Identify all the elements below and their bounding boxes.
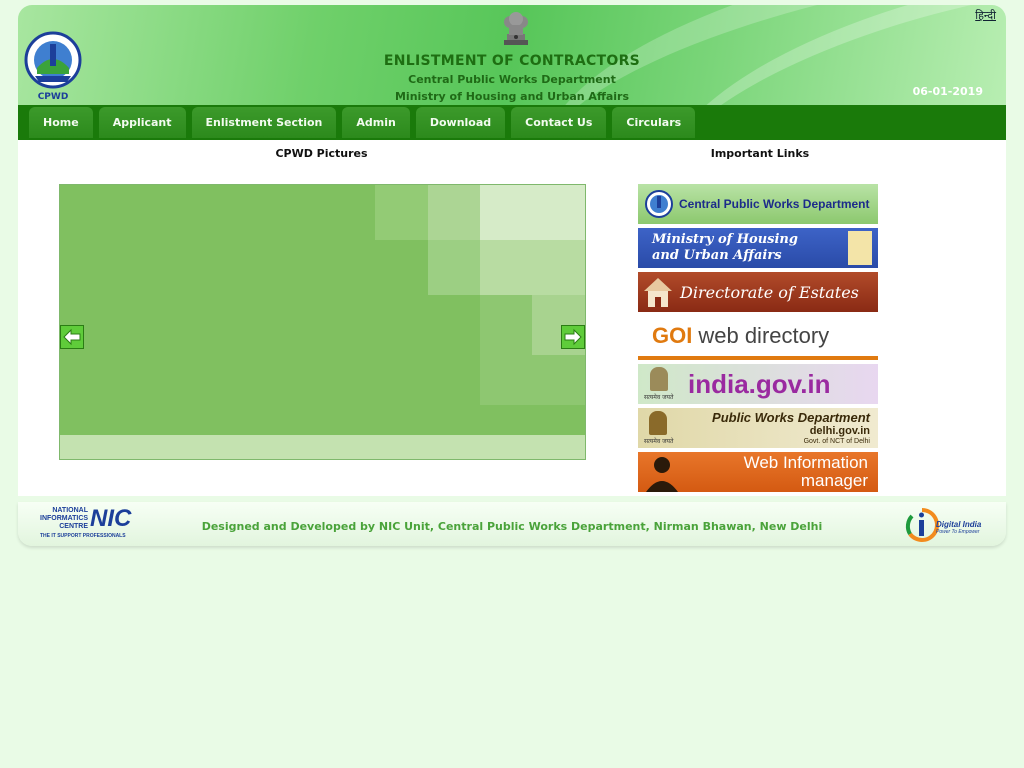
emblem-icon: सत्यमेव जयते bbox=[644, 365, 674, 403]
previous-picture-button[interactable] bbox=[60, 325, 84, 349]
arrow-right-icon bbox=[564, 328, 582, 346]
department-name: Central Public Works Department bbox=[408, 73, 616, 86]
nav-applicant[interactable]: Applicant bbox=[98, 107, 186, 138]
digital-india-logo[interactable]: Digital India Power To Empower bbox=[904, 504, 984, 546]
page-wrapper: CPWD हिन्दी ENLISTMENT OF CONTRACTORS Ce… bbox=[18, 5, 1006, 546]
nav-home[interactable]: Home bbox=[29, 107, 93, 138]
nic-line1: NATIONAL bbox=[52, 507, 88, 514]
footer-credit: Designed and Developed by NIC Unit, Cent… bbox=[201, 520, 823, 533]
pwd-tagline: सत्यमेव जयते bbox=[644, 438, 674, 445]
cpwd-logo-icon bbox=[645, 190, 673, 218]
next-picture-button[interactable] bbox=[561, 325, 585, 349]
link-pwd-delhi[interactable]: सत्यमेव जयते Public Works Department del… bbox=[638, 408, 878, 448]
wim-line2: manager bbox=[800, 471, 868, 490]
pwd-line2: delhi.gov.in bbox=[809, 424, 870, 437]
link-mohua-line2: and Urban Affairs bbox=[652, 248, 782, 263]
web-directory-text: web directory bbox=[698, 323, 830, 348]
national-emblem-icon bbox=[501, 8, 531, 50]
links-heading: Important Links bbox=[710, 147, 810, 160]
link-mohua[interactable]: Ministry of Housing and Urban Affairs bbox=[638, 228, 878, 268]
nic-tagline: THE IT SUPPORT PROFESSIONALS bbox=[40, 533, 126, 539]
page-title: ENLISTMENT OF CONTRACTORS bbox=[383, 53, 641, 69]
nav-admin[interactable]: Admin bbox=[342, 107, 410, 138]
nav-circulars[interactable]: Circulars bbox=[612, 107, 696, 138]
picture-slideshow[interactable] bbox=[59, 184, 586, 460]
link-web-information-manager[interactable]: Web Information manager bbox=[638, 452, 878, 492]
link-cpwd[interactable]: Central Public Works Department bbox=[638, 184, 878, 224]
digital-india-tagline: Power To Empower bbox=[936, 529, 980, 535]
person-icon bbox=[646, 457, 678, 492]
nav-contact-us[interactable]: Contact Us bbox=[511, 107, 607, 138]
link-estates-label: Directorate of Estates bbox=[680, 282, 859, 302]
india-tagline: सत्यमेव जयते bbox=[644, 394, 674, 401]
ministry-name: Ministry of Housing and Urban Affairs bbox=[394, 90, 630, 103]
pwd-line3: Govt. of NCT of Delhi bbox=[803, 437, 870, 445]
current-date: 06-01-2019 bbox=[912, 85, 983, 98]
emblem-icon bbox=[848, 231, 872, 265]
site-header: CPWD हिन्दी ENLISTMENT OF CONTRACTORS Ce… bbox=[18, 5, 1006, 105]
goi-text: GOI bbox=[652, 323, 693, 348]
link-directorate-of-estates[interactable]: Directorate of Estates bbox=[638, 272, 878, 312]
wim-line1: Web Information bbox=[743, 453, 868, 472]
pictures-heading: CPWD Pictures bbox=[275, 147, 368, 160]
pwd-line1: Public Works Department bbox=[712, 409, 870, 425]
digital-india-text: Digital India bbox=[936, 520, 982, 529]
house-icon bbox=[644, 278, 672, 307]
digital-india-icon bbox=[905, 508, 939, 542]
important-links-list: Central Public Works Department Ministry… bbox=[638, 184, 878, 496]
link-india-label: india.gov.in bbox=[688, 368, 831, 399]
hindi-language-link[interactable]: हिन्दी bbox=[975, 8, 996, 23]
emblem-icon: सत्यमेव जयते bbox=[644, 409, 674, 447]
site-footer: NATIONAL INFORMATICS CENTRE NIC THE IT S… bbox=[18, 502, 1006, 546]
arrow-left-icon bbox=[63, 328, 81, 346]
nav-enlistment-section[interactable]: Enlistment Section bbox=[191, 107, 337, 138]
link-cpwd-label: Central Public Works Department bbox=[679, 197, 870, 211]
link-india-gov-in[interactable]: सत्यमेव जयते india.gov.in bbox=[638, 364, 878, 404]
link-mohua-line1: Ministry of Housing bbox=[652, 232, 798, 247]
main-nav: Home Applicant Enlistment Section Admin … bbox=[18, 105, 1006, 140]
main-content: CPWD Pictures Important Links Central Pu… bbox=[18, 140, 1006, 496]
link-goi-web-directory[interactable]: GOI web directory bbox=[638, 316, 878, 360]
nav-download[interactable]: Download bbox=[415, 107, 506, 138]
